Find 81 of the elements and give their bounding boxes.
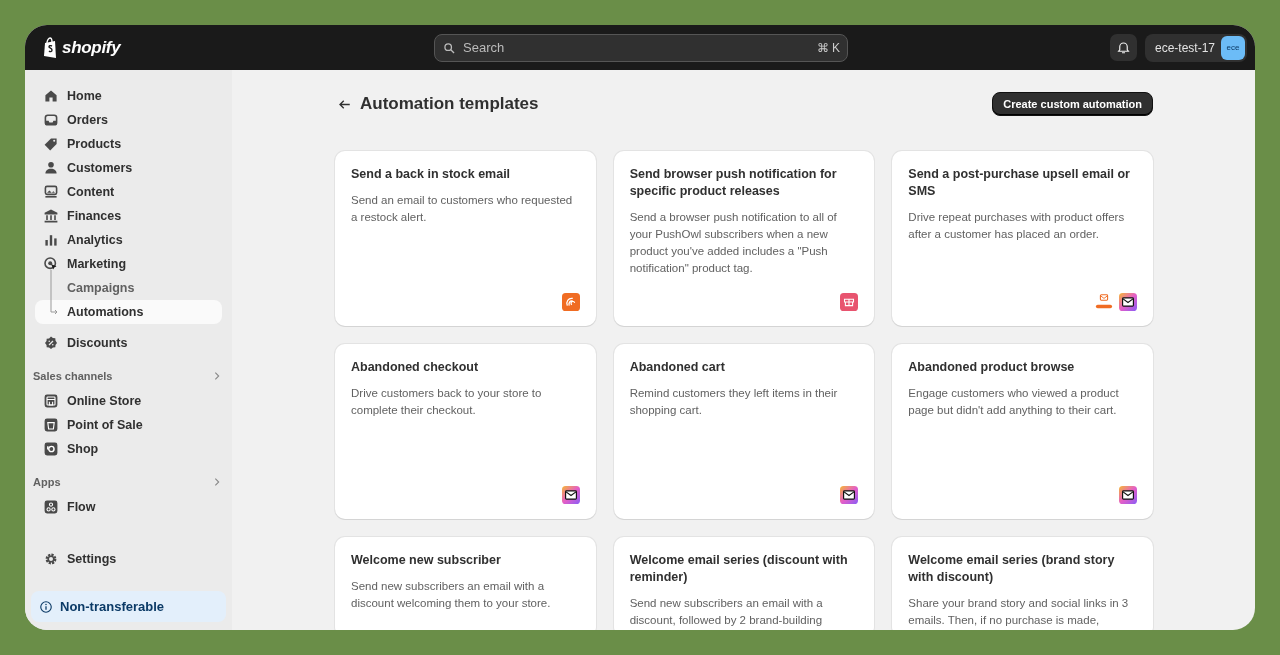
store-menu-button[interactable]: ece-test-17 ece bbox=[1144, 33, 1247, 62]
keyboard-shortcut: ⌘ K bbox=[816, 40, 840, 55]
card-title: Welcome email series (brand story with discount) bbox=[908, 552, 1116, 586]
chevron-right-icon bbox=[212, 477, 222, 487]
section-heading: Apps bbox=[33, 476, 61, 488]
nav-item[interactable]: Customers bbox=[35, 156, 222, 180]
nav-subitem[interactable]: Campaigns bbox=[35, 276, 222, 300]
nav-subitem[interactable]: Automations bbox=[35, 300, 222, 324]
logo-wordmark: shopify bbox=[62, 37, 121, 58]
envelope-app-icon bbox=[561, 486, 580, 504]
card-description: Drive customers back to your store to complete their checkout. bbox=[351, 386, 543, 418]
template-card[interactable]: Abandoned checkout Drive customers back to your store to complete their checkout. bbox=[335, 344, 596, 519]
info-icon bbox=[39, 599, 53, 614]
template-card[interactable] bbox=[613, 151, 875, 326]
card-description: Share your brand story and social links in 3 emails. Then, if no purchase is made, bbox=[908, 596, 1130, 628]
nav-item[interactable]: Orders bbox=[35, 108, 222, 132]
page-title: Automation templates bbox=[360, 94, 539, 114]
envelope-app-icon bbox=[840, 486, 859, 504]
card-description: Engage customers who viewed a product page but didn't add anything to their cart. bbox=[908, 386, 1120, 418]
chevron-right-icon bbox=[212, 371, 222, 381]
nav-item[interactable]: Marketing bbox=[35, 252, 222, 276]
card-title: Send a post-purchase upsell email or SMS bbox=[908, 166, 1131, 200]
create-automation-button[interactable]: Create custom automation bbox=[992, 92, 1153, 116]
target-icon bbox=[43, 256, 59, 272]
template-card[interactable]: Welcome new subscriber Send new subscribers an email with a discount welcoming them to your store. bbox=[335, 537, 596, 630]
template-card[interactable]: Send a back in stock email Send an email to customers who requested a restock alert. bbox=[335, 151, 596, 326]
bank-icon bbox=[43, 208, 59, 224]
card-title: Abandoned checkout bbox=[351, 359, 480, 376]
section-heading: Sales channels bbox=[33, 370, 113, 382]
nav-item[interactable]: Point of Sale bbox=[35, 413, 222, 437]
nav-item[interactable]: Online Store bbox=[35, 389, 222, 413]
card-title: Send browser push notification for specific product releases bbox=[629, 166, 838, 200]
inbox-icon bbox=[43, 112, 59, 128]
notifications-button[interactable] bbox=[1109, 34, 1137, 61]
avatar: ece bbox=[1221, 35, 1245, 60]
envelope-tray-icon bbox=[1095, 293, 1113, 311]
card-description: Remind customers they left items in their shopping cart. bbox=[629, 386, 839, 418]
template-card[interactable]: Welcome email series (brand story with discount) Share your brand story and social links in 3 emails. Then, if no purchase is made, bbox=[892, 537, 1153, 630]
card-description: Send a browser push notification to all of your PushOwl subscribers when a new product you've added includes a "Push notification" product tag. bbox=[629, 210, 838, 276]
bell-icon bbox=[1115, 40, 1131, 55]
card-title: Welcome new subscriber bbox=[351, 552, 502, 569]
info-text: Non-transferable bbox=[60, 599, 165, 614]
flow-icon bbox=[43, 499, 59, 515]
nav-item[interactable]: Content bbox=[35, 180, 222, 204]
image-icon bbox=[43, 184, 59, 200]
nav-item[interactable]: Discounts bbox=[35, 331, 222, 355]
discount-badge-icon bbox=[43, 335, 59, 351]
nav-item[interactable]: Settings bbox=[35, 547, 222, 571]
shopping-bag-logo-icon bbox=[41, 36, 59, 59]
tree-connector-icon bbox=[50, 270, 59, 316]
template-card[interactable]: Abandoned cart Remind customers they left items in their shopping cart. bbox=[613, 344, 875, 519]
shop-icon bbox=[43, 441, 59, 457]
envelope-app-icon bbox=[1119, 293, 1137, 311]
nav-item[interactable]: Shop bbox=[35, 437, 222, 461]
nav-item[interactable]: Home bbox=[35, 84, 222, 108]
nav-item[interactable]: Analytics bbox=[35, 228, 222, 252]
nav-item[interactable]: Finances bbox=[35, 204, 222, 228]
nav-item[interactable]: Flow bbox=[35, 495, 222, 519]
gear-icon bbox=[43, 551, 59, 567]
card-description: Drive repeat purchases with product offers after a customer has placed an order. bbox=[908, 210, 1126, 242]
tag-icon bbox=[43, 136, 59, 152]
swirl-app-icon bbox=[561, 293, 580, 311]
template-card[interactable]: Abandoned product browse Engage customers who viewed a product page but didn't add anything to their cart. bbox=[892, 344, 1153, 519]
nav-item[interactable]: Products bbox=[35, 132, 222, 156]
card-title: Abandoned product browse bbox=[908, 359, 1076, 376]
gift-app-icon bbox=[840, 293, 859, 311]
card-description: Send new subscribers an email with a discount, followed by 2 brand-building bbox=[629, 596, 824, 628]
person-icon bbox=[43, 160, 59, 176]
envelope-app-icon bbox=[1119, 486, 1137, 504]
home-icon bbox=[43, 88, 59, 104]
storefront-icon bbox=[43, 393, 59, 409]
card-description: Send new subscribers an email with a discount welcoming them to your store. bbox=[351, 579, 552, 611]
store-name: ece-test-17 bbox=[1154, 40, 1215, 55]
shopping-bag-icon bbox=[43, 417, 59, 433]
card-description: Send an email to customers who requested a restock alert. bbox=[351, 193, 574, 225]
template-card[interactable]: Send a post-purchase upsell email or SMS Drive repeat purchases with product offers after a customer has placed an order. bbox=[892, 151, 1153, 326]
bar-chart-icon bbox=[43, 232, 59, 248]
card-title: Abandoned cart bbox=[629, 359, 726, 376]
card-title: Welcome email series (discount with reminder) bbox=[629, 552, 849, 586]
card-title: Send a back in stock email bbox=[351, 166, 512, 183]
template-card[interactable]: Welcome email series (discount with reminder) Send new subscribers an email with a discount, followed by 2 brand-building bbox=[613, 537, 875, 630]
